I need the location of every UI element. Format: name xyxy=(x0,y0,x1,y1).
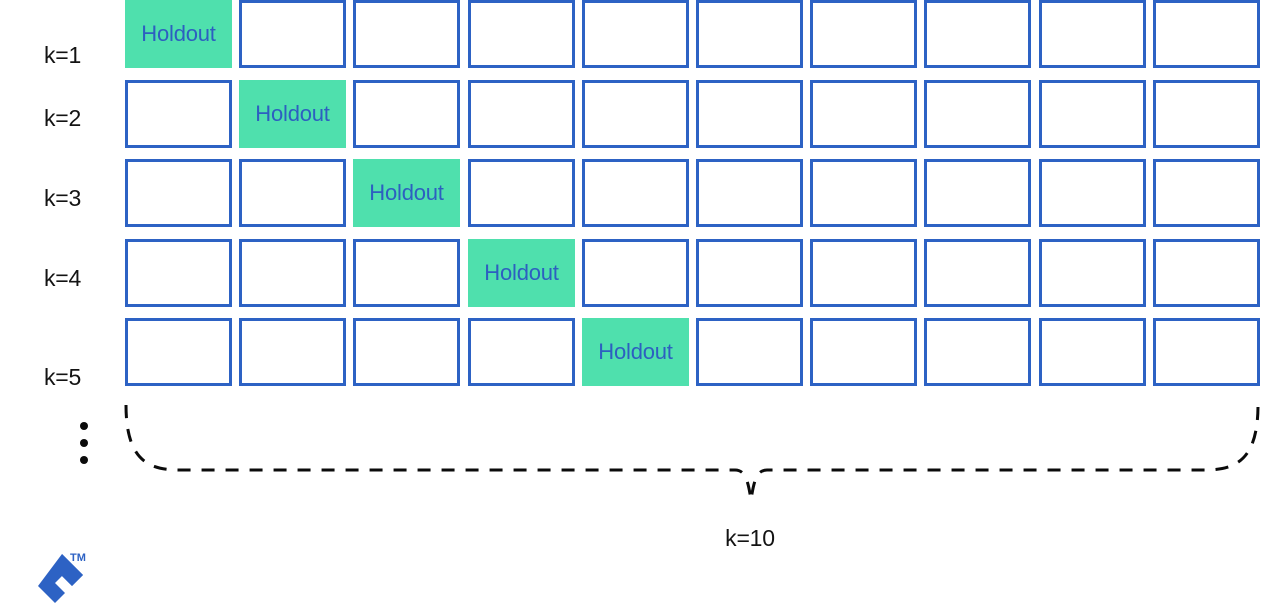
train-cell xyxy=(468,0,575,68)
toptal-logo[interactable]: TM xyxy=(38,551,108,603)
train-cell xyxy=(810,239,917,307)
holdout-cell: Holdout xyxy=(239,80,346,148)
train-cell xyxy=(1039,0,1146,68)
train-cell xyxy=(582,239,689,307)
train-cell xyxy=(810,0,917,68)
trademark-symbol: TM xyxy=(70,552,86,564)
train-cell xyxy=(468,318,575,386)
train-cell xyxy=(924,318,1031,386)
cell-label: Holdout xyxy=(255,101,330,126)
cell-label: Holdout xyxy=(484,260,559,285)
train-cell xyxy=(924,80,1031,148)
cell-label: Holdout xyxy=(141,21,216,46)
train-cell xyxy=(125,80,232,148)
holdout-cell: Holdout xyxy=(582,318,689,386)
train-cell xyxy=(582,159,689,227)
train-cell xyxy=(239,159,346,227)
train-cell xyxy=(696,159,803,227)
train-cell xyxy=(1039,239,1146,307)
holdout-cell: Holdout xyxy=(468,239,575,307)
train-cell xyxy=(239,318,346,386)
train-cell xyxy=(1153,239,1260,307)
train-cell xyxy=(1039,318,1146,386)
train-cell xyxy=(924,159,1031,227)
train-cell xyxy=(125,159,232,227)
train-cell xyxy=(239,0,346,68)
train-cell xyxy=(353,239,460,307)
holdout-cell: Holdout xyxy=(353,159,460,227)
row-label-k4: k=4 xyxy=(44,265,82,291)
train-cell xyxy=(582,80,689,148)
train-cell xyxy=(125,318,232,386)
train-cell xyxy=(1039,80,1146,148)
train-cell xyxy=(810,318,917,386)
row-label-k3: k=3 xyxy=(44,185,82,211)
train-cell xyxy=(353,318,460,386)
train-cell xyxy=(353,80,460,148)
train-cell xyxy=(353,0,460,68)
train-cell xyxy=(1039,159,1146,227)
cell-label: Holdout xyxy=(369,180,444,205)
train-cell xyxy=(1153,159,1260,227)
train-cell xyxy=(696,239,803,307)
train-cell xyxy=(924,0,1031,68)
train-cell xyxy=(810,80,917,148)
train-cell xyxy=(696,0,803,68)
brace-label: k=10 xyxy=(0,525,1280,552)
train-cell xyxy=(696,318,803,386)
train-cell xyxy=(1153,0,1260,68)
train-cell xyxy=(1153,80,1260,148)
holdout-cell: Holdout xyxy=(125,0,232,68)
row-label-k5: k=5 xyxy=(44,364,82,390)
train-cell xyxy=(924,239,1031,307)
train-cell xyxy=(468,80,575,148)
row-label-k1: k=1 xyxy=(44,42,82,68)
row-label-k2: k=2 xyxy=(44,105,82,131)
brace-label-text: k=10 xyxy=(725,525,775,551)
train-cell xyxy=(810,159,917,227)
train-cell xyxy=(1153,318,1260,386)
cell-label: Holdout xyxy=(598,339,673,364)
train-cell xyxy=(125,239,232,307)
vertical-ellipsis-icon xyxy=(80,422,96,474)
train-cell xyxy=(582,0,689,68)
train-cell xyxy=(696,80,803,148)
train-cell xyxy=(239,239,346,307)
train-cell xyxy=(468,159,575,227)
diagram-canvas: k=1 k=2 k=3 k=4 k=5 Holdout Holdout Holdou… xyxy=(0,0,1280,613)
